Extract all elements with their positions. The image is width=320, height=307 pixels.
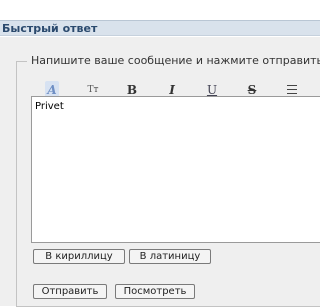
to-cyrillic-button[interactable]: В кириллицу xyxy=(33,249,125,264)
message-textarea[interactable]: Privet xyxy=(31,96,320,243)
quick-reply-header: Быстрый ответ xyxy=(0,20,320,36)
preview-button[interactable]: Посмотреть xyxy=(115,284,195,299)
quick-reply-title: Быстрый ответ xyxy=(2,22,98,35)
to-latin-button[interactable]: В латиницу xyxy=(129,249,211,264)
fieldset-legend: Напишите ваше сообщение и нажмите отправ… xyxy=(27,54,320,67)
send-button[interactable]: Отправить xyxy=(33,284,107,299)
